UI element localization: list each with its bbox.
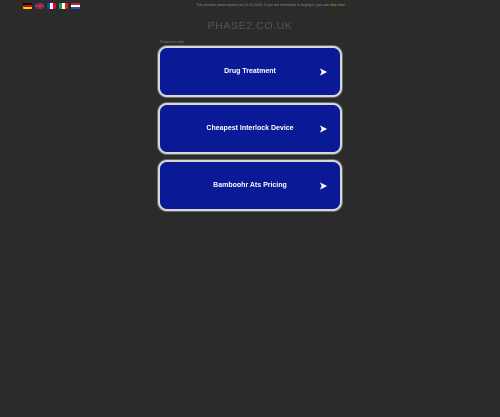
language-selector [23,3,80,9]
related-link-label: Drug Treatment [224,68,276,75]
arrow-right-icon [319,124,328,133]
flag-it-icon[interactable] [59,3,68,9]
flag-nl-icon[interactable] [71,3,80,9]
flag-de-icon[interactable] [23,3,32,9]
domain-title: PHASE2.CO.UK [207,20,293,32]
flag-fr-icon[interactable] [47,3,56,9]
disclaimer-text: This domain name expired on 01.01.2024. … [196,3,329,7]
related-link-drug-treatment[interactable]: Drug Treatment [158,46,342,97]
flag-gb-icon[interactable] [35,3,44,9]
disclaimer-link[interactable]: click here [330,3,345,7]
related-link-bamboohr-ats-pricing[interactable]: Bamboohr Ats Pricing [158,160,342,211]
related-link-label: Cheapest Interlock Device [206,125,294,132]
parked-domain-page: This domain name expired on 01.01.2024. … [0,0,500,417]
arrow-right-icon [319,67,328,76]
arrow-right-icon [319,181,328,190]
related-link-label: Bamboohr Ats Pricing [213,182,287,189]
related-links-label: Related Links [160,39,185,44]
related-link-cheapest-interlock-device[interactable]: Cheapest Interlock Device [158,103,342,154]
expiry-disclaimer: This domain name expired on 01.01.2024. … [196,3,345,7]
